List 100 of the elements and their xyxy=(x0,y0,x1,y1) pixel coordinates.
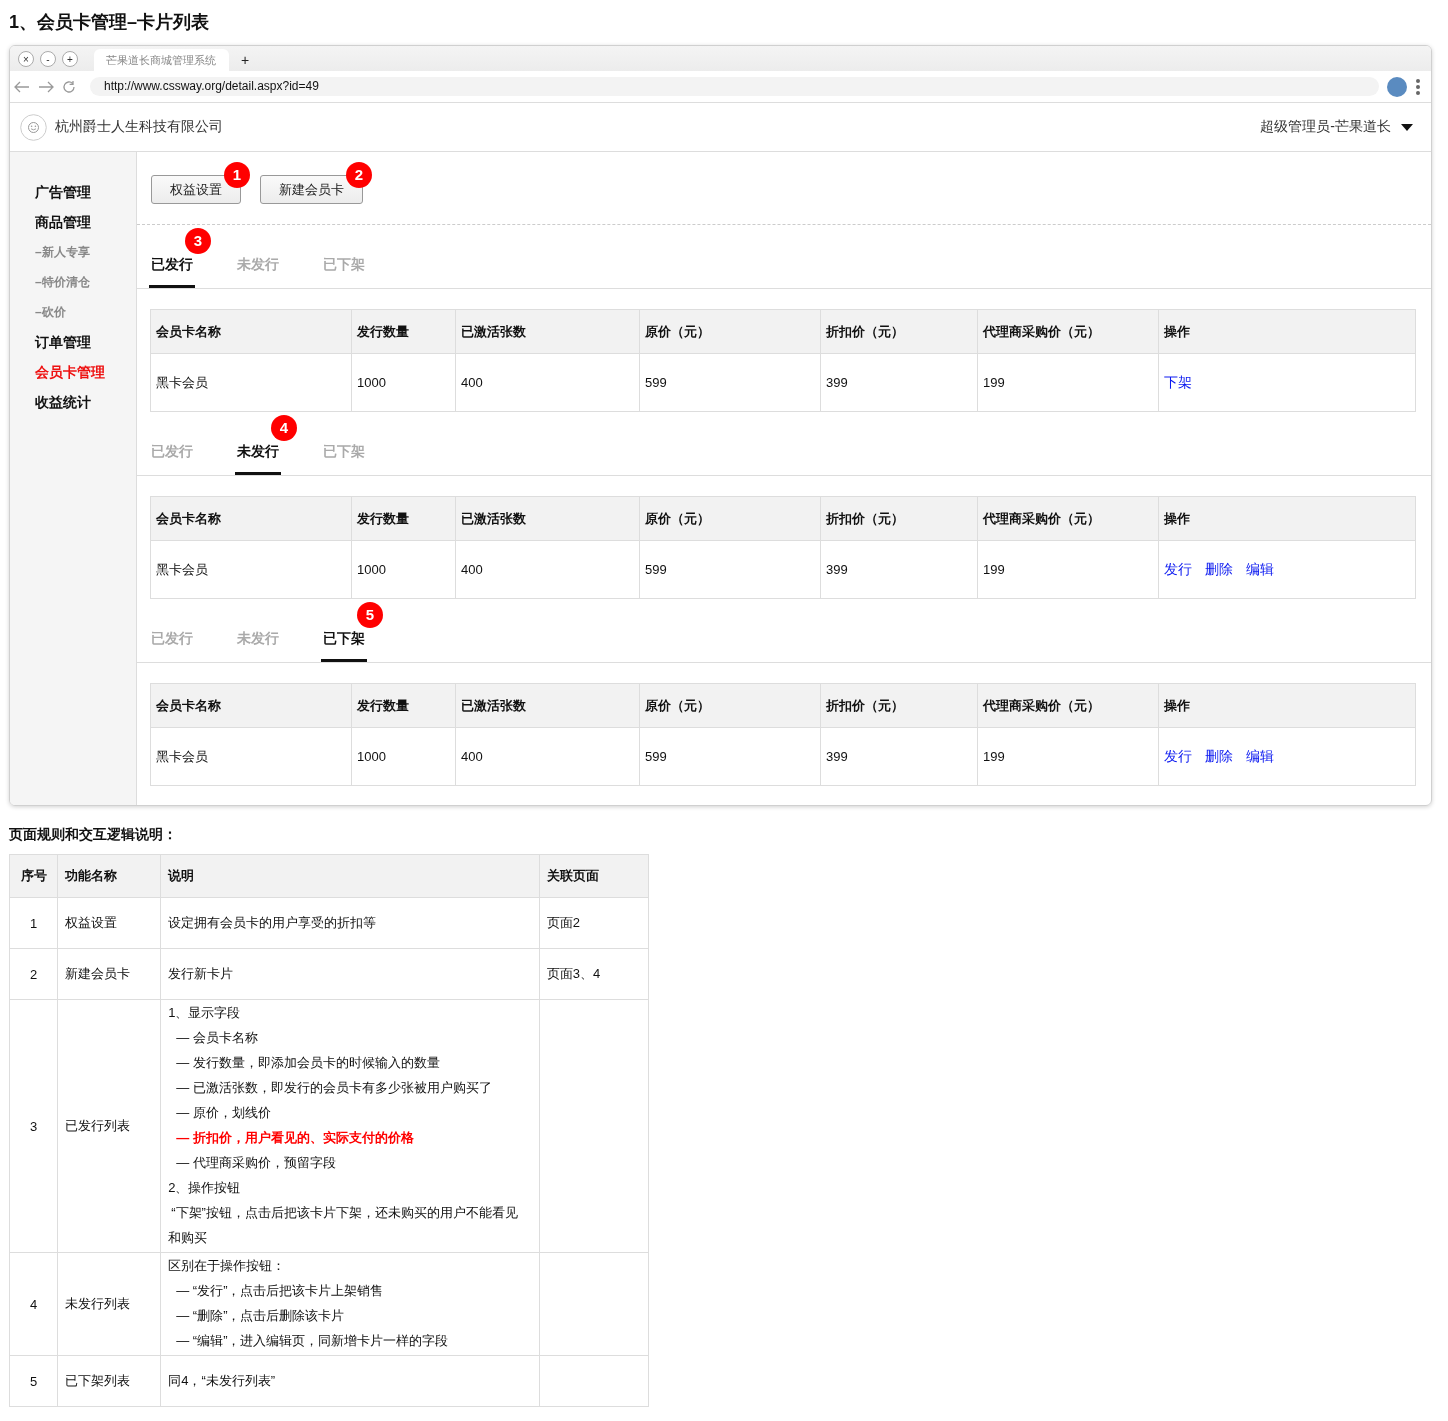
table-cell: 1000 xyxy=(351,727,456,786)
column-header: 会员卡名称 xyxy=(150,309,352,354)
table-cell: 399 xyxy=(820,353,978,412)
description-line: — 发行数量，即添加会员卡的时候输入的数量 xyxy=(175,1054,441,1072)
tab[interactable]: 已下架 xyxy=(321,628,367,662)
description-line: — “删除”，点击后删除该卡片 xyxy=(175,1307,346,1325)
table-cell: 399 xyxy=(820,540,978,599)
table-cell: 黑卡会员 xyxy=(150,540,352,599)
description-line: 发行新卡片 xyxy=(168,964,235,983)
tab[interactable]: 未发行 xyxy=(235,441,281,475)
action-link[interactable]: 删除 xyxy=(1205,747,1233,766)
number-badge: 2 xyxy=(346,162,372,188)
column-header: 折扣价（元） xyxy=(820,496,978,541)
description-line: — “编辑”，进入编辑页，同新增卡片一样的字段 xyxy=(175,1332,450,1350)
description-line: — 折扣价，用户看见的、实际支付的价格 xyxy=(175,1129,415,1147)
back-arrow-icon xyxy=(14,80,30,93)
more-menu-icon xyxy=(1415,77,1421,96)
action-link[interactable]: 发行 xyxy=(1164,747,1192,766)
action-link[interactable]: 发行 xyxy=(1164,560,1192,579)
reload-icon xyxy=(62,79,76,94)
description-line: 2、操作按钮 xyxy=(168,1179,242,1197)
description-line: 设定拥有会员卡的用户享受的折扣等 xyxy=(168,913,378,932)
sidebar-item[interactable]: 广告管理 xyxy=(35,182,91,212)
column-header: 发行数量 xyxy=(351,496,456,541)
dropdown-caret-icon xyxy=(1401,123,1413,131)
description-line: 区别在于操作按钮： xyxy=(168,1257,287,1275)
column-header: 会员卡名称 xyxy=(150,496,352,541)
column-header: 折扣价（元） xyxy=(820,683,978,728)
description-line: — 原价，划线价 xyxy=(175,1104,272,1122)
tab[interactable]: 已发行 xyxy=(149,254,195,288)
column-header: 代理商采购价（元） xyxy=(977,683,1159,728)
column-header: 原价（元） xyxy=(639,309,821,354)
action-link[interactable]: 下架 xyxy=(1164,373,1192,392)
table-cell: 已下架列表 xyxy=(57,1355,161,1407)
page-heading: 1、会员卡管理–卡片列表 xyxy=(9,11,210,34)
table-cell: 400 xyxy=(455,353,640,412)
description-line: — 会员卡名称 xyxy=(175,1029,259,1047)
notes-title: 页面规则和交互逻辑说明： xyxy=(9,825,177,844)
table-cell: 未发行列表 xyxy=(57,1252,161,1356)
column-header: 功能名称 xyxy=(57,854,161,898)
column-header: 操作 xyxy=(1158,496,1416,541)
table-cell: 权益设置 xyxy=(57,897,161,949)
table-cell: 页面3、4 xyxy=(539,948,649,1000)
column-header: 代理商采购价（元） xyxy=(977,496,1159,541)
table-cell: 399 xyxy=(820,727,978,786)
column-header: 发行数量 xyxy=(351,683,456,728)
window-control-button[interactable]: - xyxy=(40,51,56,67)
action-link[interactable]: 编辑 xyxy=(1246,560,1274,579)
table-cell: 199 xyxy=(977,353,1159,412)
description-line: 1、显示字段 xyxy=(168,1004,242,1022)
table-cell: 599 xyxy=(639,727,821,786)
number-badge: 3 xyxy=(185,228,211,254)
column-header: 已激活张数 xyxy=(455,683,640,728)
action-link[interactable]: 编辑 xyxy=(1246,747,1274,766)
description-line: 同4，“未发行列表” xyxy=(168,1371,277,1390)
new-tab-button[interactable]: + xyxy=(235,52,256,68)
table-cell: 黑卡会员 xyxy=(150,353,352,412)
description-line: — 已激活张数，即发行的会员卡有多少张被用户购买了 xyxy=(175,1079,493,1097)
action-link[interactable]: 删除 xyxy=(1205,560,1233,579)
user-menu[interactable]: 超级管理员-芒果道长 xyxy=(1260,118,1391,136)
column-header: 已激活张数 xyxy=(455,309,640,354)
table-cell: 4 xyxy=(9,1252,58,1356)
table-cell: 1 xyxy=(9,897,58,949)
number-badge: 4 xyxy=(271,415,297,441)
description-line: “下架”按钮，点击后把该卡片下架，还未购买的用户不能看见和购买 xyxy=(168,1204,519,1247)
table-cell: 1000 xyxy=(351,540,456,599)
sidebar-item[interactable]: 收益统计 xyxy=(35,392,91,422)
table-cell: 599 xyxy=(639,540,821,599)
column-header: 发行数量 xyxy=(351,309,456,354)
table-cell: 199 xyxy=(977,540,1159,599)
column-header: 关联页面 xyxy=(539,854,649,898)
company-name: 杭州爵士人生科技有限公司 xyxy=(55,118,224,136)
sidebar-item[interactable]: 会员卡管理 xyxy=(35,362,105,392)
number-badge: 5 xyxy=(357,602,383,628)
column-header: 序号 xyxy=(9,854,58,898)
column-header: 代理商采购价（元） xyxy=(977,309,1159,354)
profile-avatar[interactable] xyxy=(1387,76,1407,97)
address-bar[interactable]: http://www.cssway.org/detail.aspx?id=49 xyxy=(90,77,1379,96)
description-line: — 代理商采购价，预留字段 xyxy=(175,1154,337,1172)
sidebar-item[interactable]: 商品管理 xyxy=(35,212,91,242)
number-badge: 1 xyxy=(224,162,250,188)
table-cell: 400 xyxy=(455,540,640,599)
table-cell: 1000 xyxy=(351,353,456,412)
column-header: 说明 xyxy=(160,854,540,898)
table-cell: 199 xyxy=(977,727,1159,786)
smiley-logo-icon xyxy=(20,113,47,141)
column-header: 已激活张数 xyxy=(455,496,640,541)
window-control-button[interactable]: × xyxy=(18,51,34,67)
column-header: 折扣价（元） xyxy=(820,309,978,354)
column-header: 操作 xyxy=(1158,683,1416,728)
description-line: — “发行”，点击后把该卡片上架销售 xyxy=(175,1282,385,1300)
table-cell: 黑卡会员 xyxy=(150,727,352,786)
window-control-button[interactable]: + xyxy=(62,51,78,67)
forward-arrow-icon xyxy=(38,80,54,93)
column-header: 操作 xyxy=(1158,309,1416,354)
column-header: 原价（元） xyxy=(639,496,821,541)
sidebar-item[interactable]: 订单管理 xyxy=(35,332,91,362)
browser-tab[interactable]: 芒果道长商城管理系统 xyxy=(94,49,229,71)
table-cell: 页面2 xyxy=(539,897,649,949)
table-cell: 新建会员卡 xyxy=(57,948,161,1000)
